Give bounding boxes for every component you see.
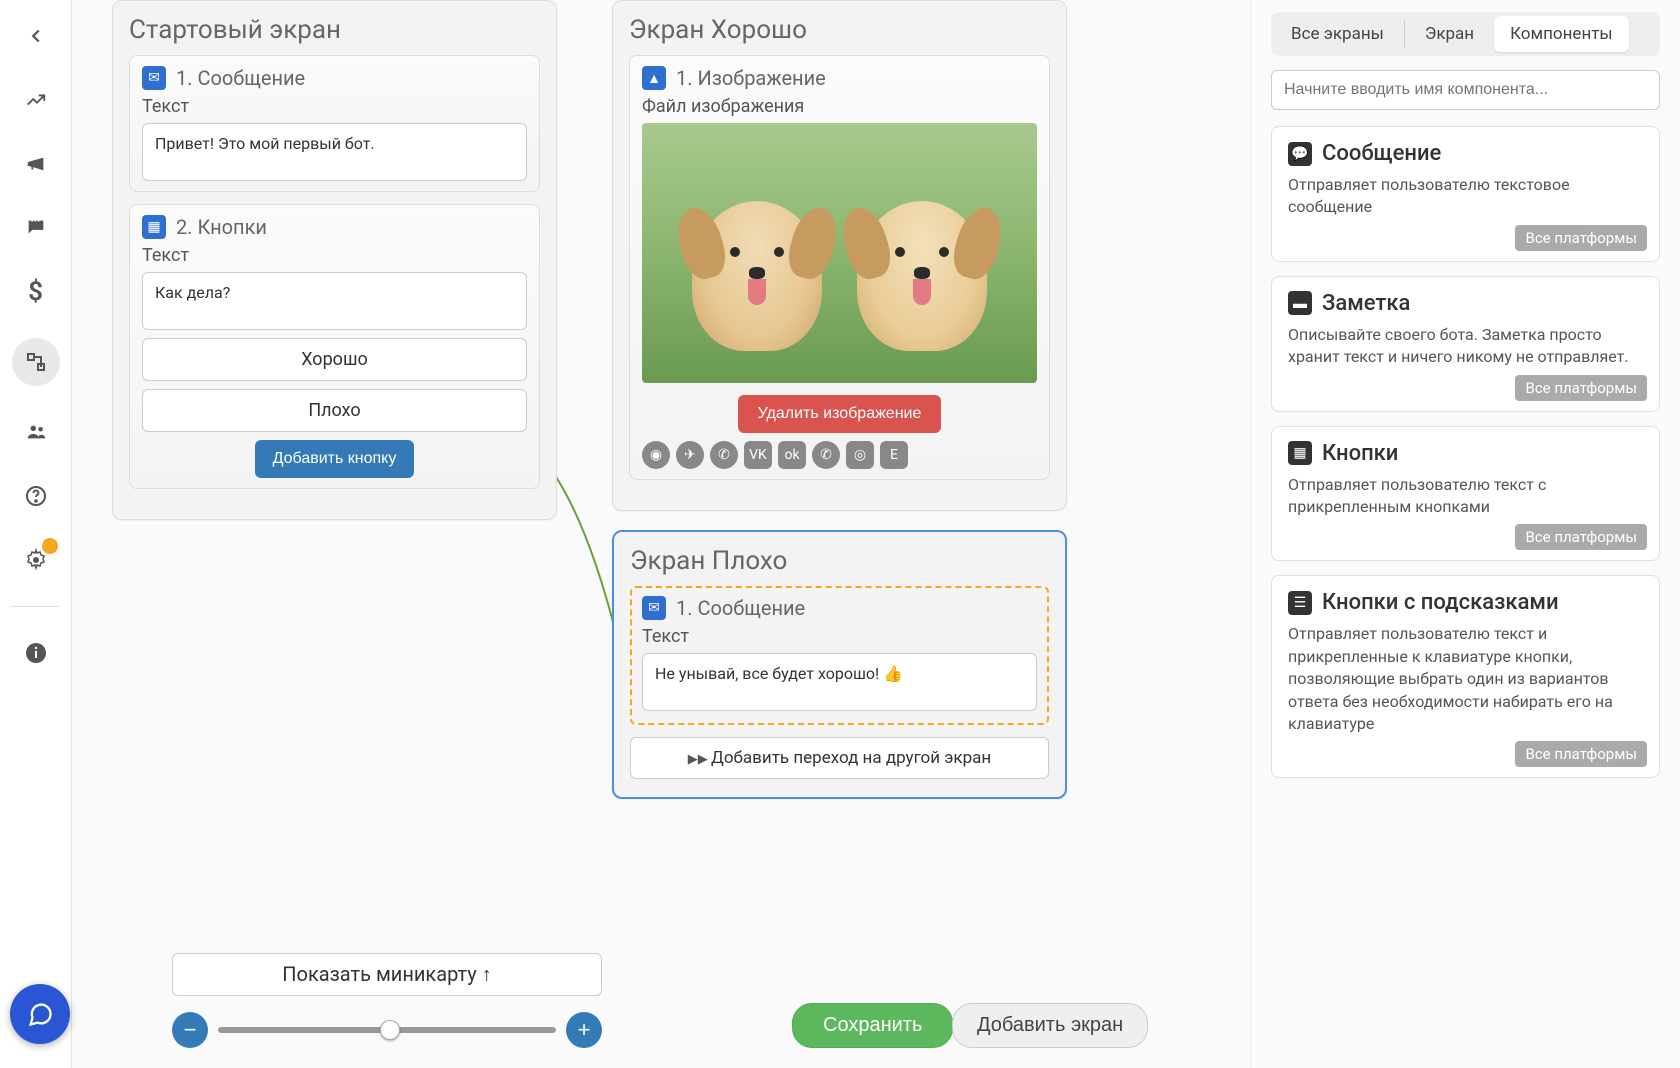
option-button-bad[interactable]: Плохо	[142, 389, 527, 432]
component-header: ✉ 1. Сообщение	[642, 596, 1037, 620]
component-card-buttons[interactable]: ▦Кнопки Отправляет пользователю текст с …	[1271, 426, 1660, 562]
flowchart-icon[interactable]	[12, 338, 60, 386]
field-label: Текст	[642, 626, 1037, 647]
component-header: ▦ 2. Кнопки	[142, 215, 527, 239]
chat-icon[interactable]: •••	[18, 210, 54, 246]
screen-title: Стартовый экран	[129, 15, 540, 45]
message-text-input[interactable]: Привет! Это мой первый бот.	[142, 123, 527, 181]
buttons-icon: ▦	[1288, 441, 1312, 465]
show-minimap-btn[interactable]: Показать миникарту ↑	[172, 953, 602, 996]
zoom-out-btn[interactable]: −	[172, 1012, 208, 1048]
settings-badge	[42, 538, 58, 554]
platform-email-icon: E	[880, 441, 908, 469]
screen-title: Экран Плохо	[630, 546, 1049, 576]
platform-vk-icon: VK	[744, 441, 772, 469]
zoom-slider[interactable]	[218, 1027, 556, 1033]
selected-component[interactable]: ✉ 1. Сообщение Текст Не унывай, все буде…	[630, 586, 1049, 725]
platform-ok-icon: ok	[778, 441, 806, 469]
message-icon: ✉	[142, 66, 166, 90]
platform-fb-icon: ◉	[642, 441, 670, 469]
sidebar-divider	[11, 606, 61, 607]
add-screen-btn[interactable]: Добавить экран	[952, 1003, 1148, 1048]
note-icon: ▬	[1288, 291, 1312, 315]
screen-good[interactable]: Экран Хорошо ▲ 1. Изображение Файл изобр…	[612, 0, 1067, 511]
image-preview[interactable]	[642, 123, 1037, 383]
image-icon: ▲	[642, 66, 666, 90]
component-card-message[interactable]: 💬Сообщение Отправляет пользователю текст…	[1271, 126, 1660, 262]
platform-wa-icon: ✆	[812, 441, 840, 469]
component-header: ▲ 1. Изображение	[642, 66, 1037, 90]
component-card-note[interactable]: ▬Заметка Описывайте своего бота. Заметка…	[1271, 276, 1660, 412]
screen-bad[interactable]: Экран Плохо ✉ 1. Сообщение Текст Не уныв…	[612, 530, 1067, 799]
tab-all-screens[interactable]: Все экраны	[1275, 16, 1400, 52]
message-icon: ✉	[642, 596, 666, 620]
sidebar: ••• $	[0, 0, 72, 1068]
platform-tg-icon: ✈	[676, 441, 704, 469]
canvas[interactable]: Стартовый экран ✉ 1. Сообщение Текст При…	[72, 0, 1250, 1068]
zoom-in-btn[interactable]: +	[566, 1012, 602, 1048]
help-icon[interactable]	[18, 478, 54, 514]
screen-title: Экран Хорошо	[629, 15, 1050, 45]
back-icon[interactable]	[18, 18, 54, 54]
platform-ig-icon: ◎	[846, 441, 874, 469]
message-icon: 💬	[1288, 142, 1312, 166]
hint-buttons-icon: ☰	[1288, 591, 1312, 615]
delete-image-btn[interactable]: Удалить изображение	[738, 395, 942, 433]
chat-fab[interactable]	[10, 984, 70, 1044]
message-text-input[interactable]: Не унывай, все будет хорошо! 👍	[642, 653, 1037, 711]
platform-badge: Все платформы	[1515, 225, 1647, 251]
tab-components[interactable]: Компоненты	[1494, 16, 1629, 52]
field-label: Текст	[142, 96, 527, 117]
tabs: Все экраны Экран Компоненты	[1271, 12, 1660, 56]
field-label: Текст	[142, 245, 527, 266]
field-label: Файл изображения	[642, 96, 1037, 117]
component-buttons[interactable]: ▦ 2. Кнопки Текст Как дела? Хорошо Плохо…	[129, 204, 540, 489]
zoom-controls: − +	[172, 1012, 602, 1048]
platform-badge: Все платформы	[1515, 375, 1647, 401]
component-image[interactable]: ▲ 1. Изображение Файл изображения Удалит…	[629, 55, 1050, 480]
option-button-good[interactable]: Хорошо	[142, 338, 527, 381]
tab-screen[interactable]: Экран	[1409, 16, 1490, 52]
save-btn[interactable]: Сохранить	[792, 1003, 953, 1048]
add-transition-btn[interactable]: Добавить переход на другой экран	[630, 737, 1049, 779]
add-button-btn[interactable]: Добавить кнопку	[255, 440, 415, 478]
buttons-icon: ▦	[142, 215, 166, 239]
platform-viber-icon: ✆	[710, 441, 738, 469]
platform-icons: ◉ ✈ ✆ VK ok ✆ ◎ E	[642, 441, 1037, 469]
megaphone-icon[interactable]	[18, 146, 54, 182]
screen-start[interactable]: Стартовый экран ✉ 1. Сообщение Текст При…	[112, 0, 557, 520]
platform-badge: Все платформы	[1515, 741, 1647, 767]
component-message[interactable]: ✉ 1. Сообщение Текст Привет! Это мой пер…	[129, 55, 540, 192]
component-header: ✉ 1. Сообщение	[142, 66, 527, 90]
buttons-text-input[interactable]: Как дела?	[142, 272, 527, 330]
zoom-slider-thumb[interactable]	[380, 1020, 400, 1040]
component-card-hint-buttons[interactable]: ☰Кнопки с подсказками Отправляет пользов…	[1271, 575, 1660, 778]
settings-icon[interactable]	[18, 542, 54, 578]
dollar-icon[interactable]: $	[18, 274, 54, 310]
info-icon[interactable]	[18, 635, 54, 671]
chart-icon[interactable]	[18, 82, 54, 118]
platform-badge: Все платформы	[1515, 524, 1647, 550]
users-icon[interactable]	[18, 414, 54, 450]
right-panel: Все экраны Экран Компоненты 💬Сообщение О…	[1250, 0, 1680, 1068]
component-search-input[interactable]	[1271, 70, 1660, 110]
